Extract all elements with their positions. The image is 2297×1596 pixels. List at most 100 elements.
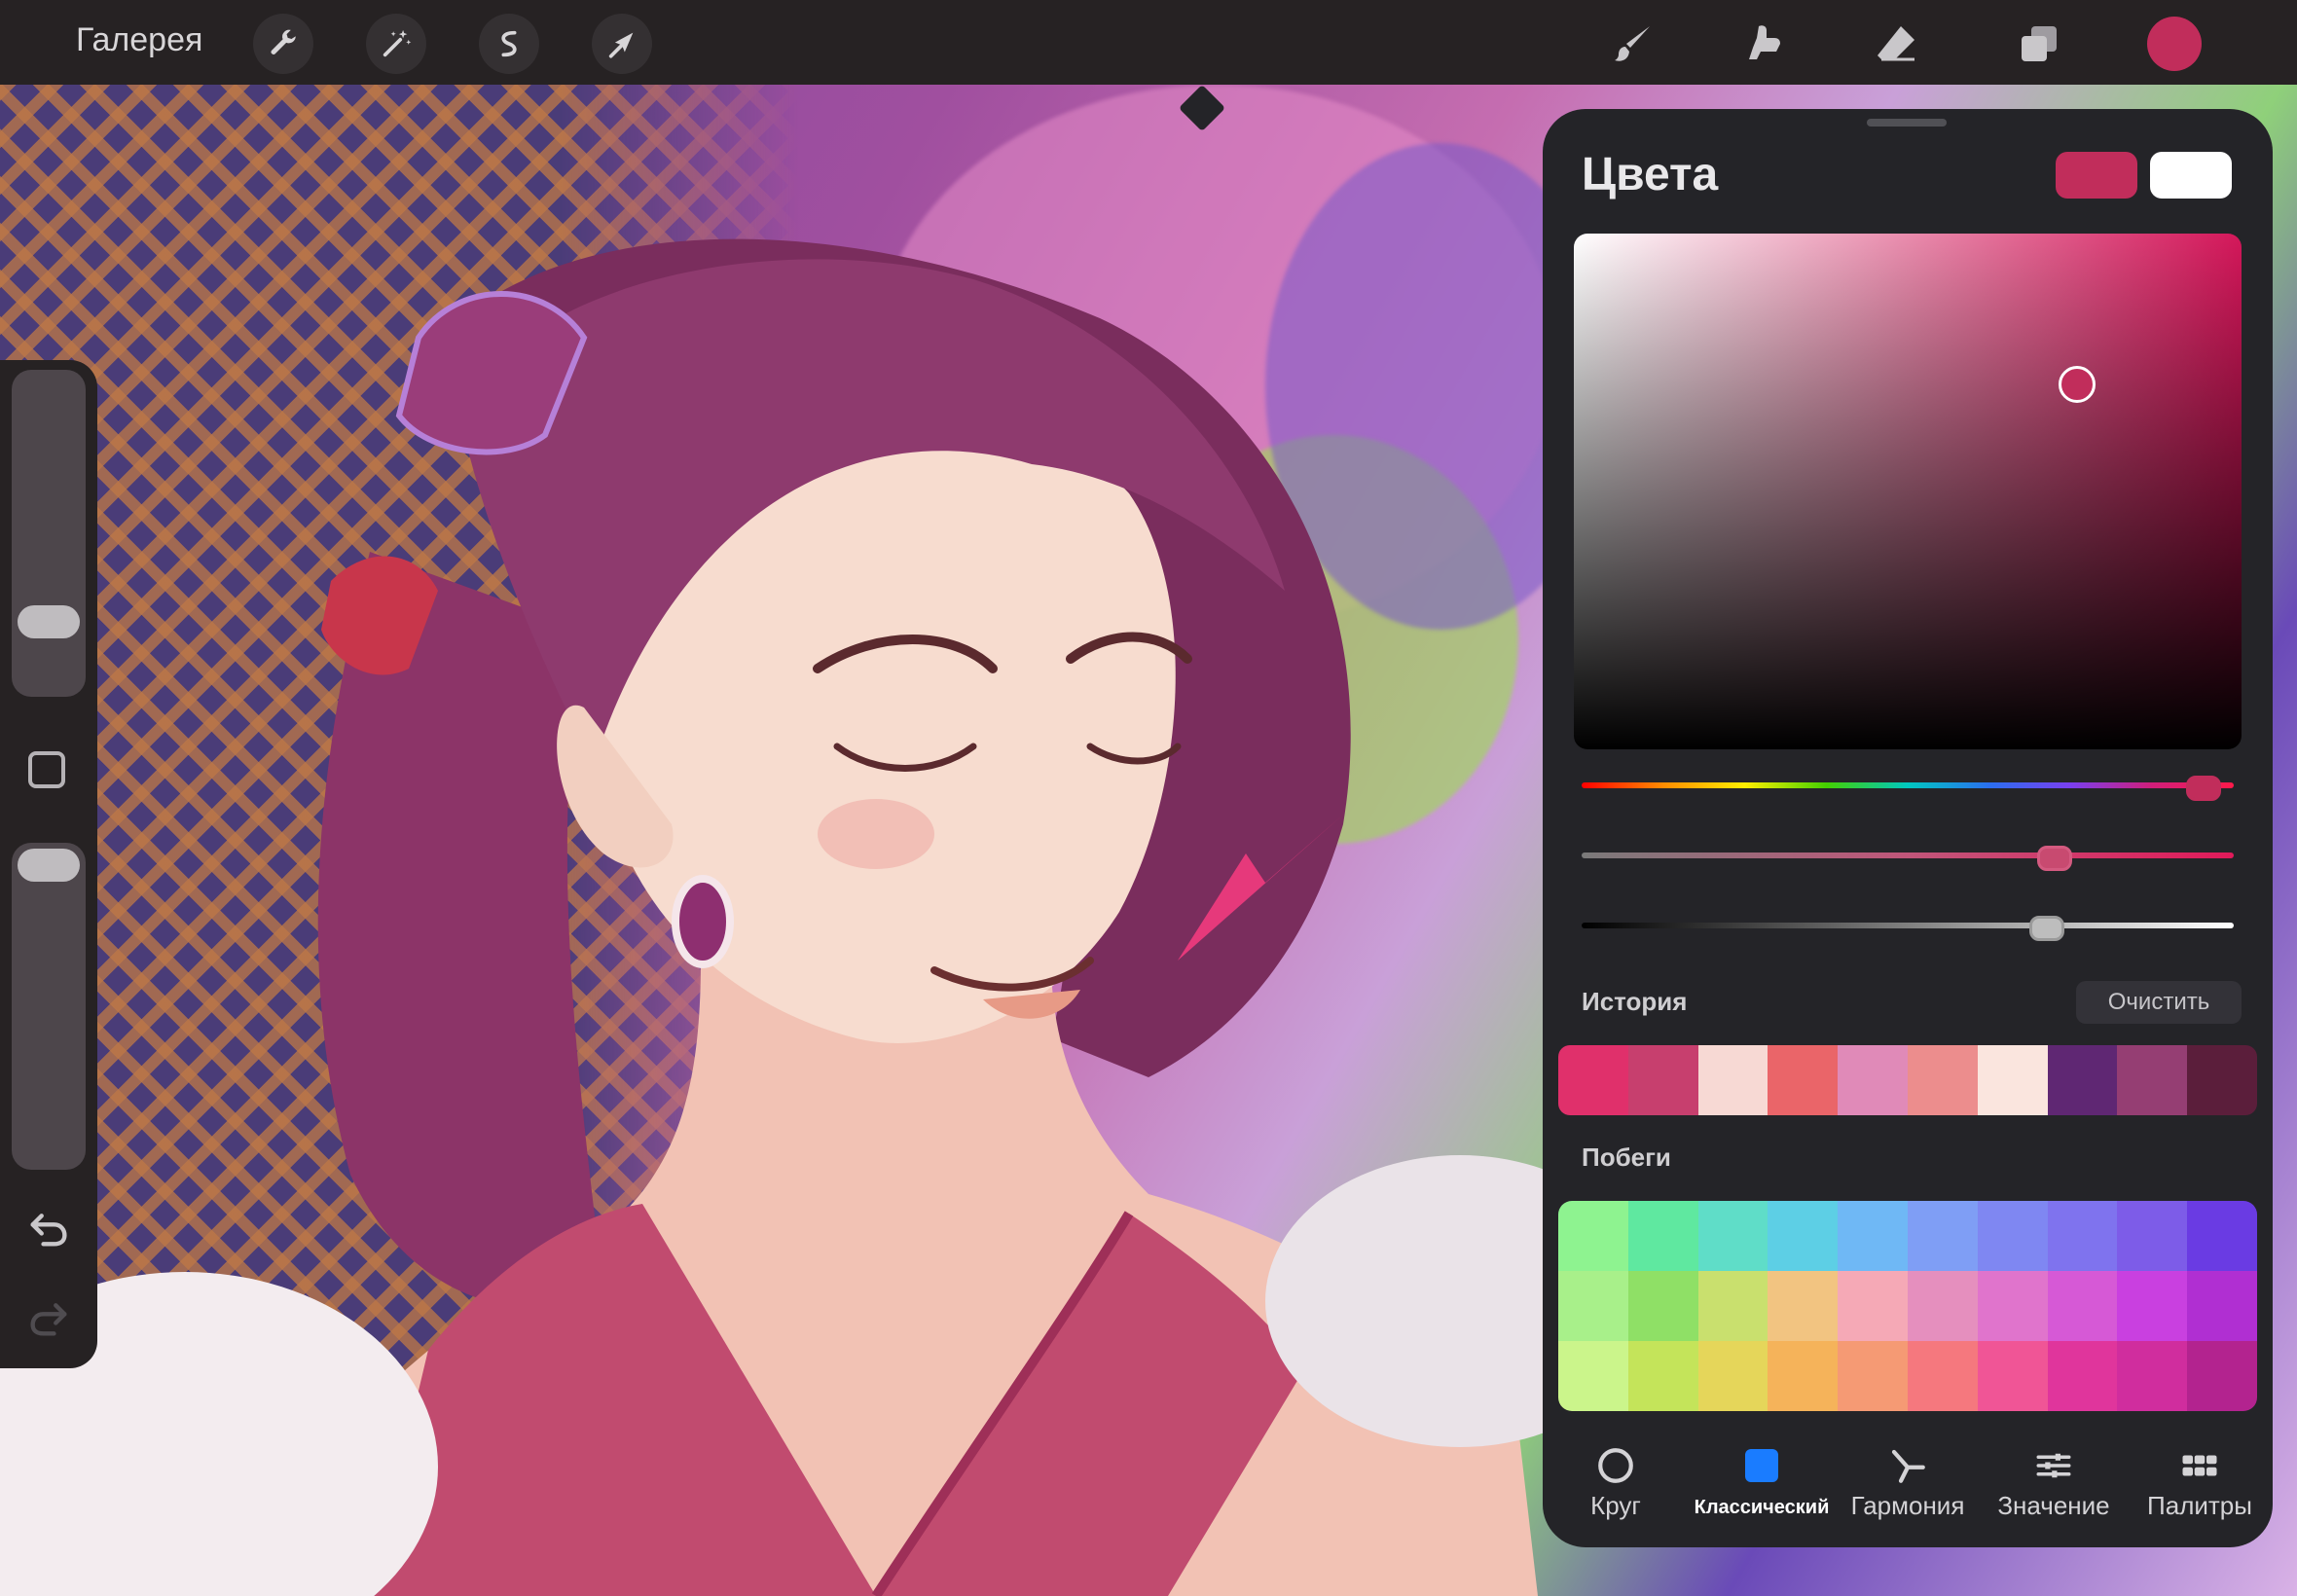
- hue-slider-knob[interactable]: [2186, 776, 2221, 801]
- history-swatch[interactable]: [2047, 1045, 2118, 1115]
- actions-button[interactable]: [253, 14, 313, 74]
- palette-swatch[interactable]: [1908, 1201, 1978, 1271]
- palette-swatch[interactable]: [1558, 1341, 1628, 1411]
- smudge-icon: [1749, 25, 1780, 59]
- tab-label: Классический: [1694, 1497, 1830, 1518]
- palette-swatch[interactable]: [2047, 1341, 2118, 1411]
- gallery-button[interactable]: Галерея: [76, 21, 202, 59]
- palette-swatch[interactable]: [2117, 1201, 2188, 1271]
- history-swatch[interactable]: [1838, 1045, 1908, 1115]
- palette-swatch[interactable]: [2187, 1201, 2257, 1271]
- opacity-slider[interactable]: [12, 843, 86, 1170]
- palette-swatch[interactable]: [1908, 1341, 1978, 1411]
- tab-value[interactable]: Значение: [1981, 1434, 2127, 1532]
- saturation-slider[interactable]: [1582, 846, 2234, 871]
- adjustments-button[interactable]: [366, 14, 426, 74]
- palette-swatch[interactable]: [1838, 1271, 1908, 1341]
- palette-swatch[interactable]: [2047, 1271, 2118, 1341]
- brush-size-knob[interactable]: [18, 605, 80, 638]
- undo-button[interactable]: [27, 1209, 70, 1252]
- panel-title: Цвета: [1582, 149, 1719, 200]
- palette-swatch[interactable]: [1977, 1271, 2048, 1341]
- history-swatch[interactable]: [2117, 1045, 2188, 1115]
- history-swatch[interactable]: [1977, 1045, 2048, 1115]
- palette-swatch[interactable]: [1558, 1201, 1628, 1271]
- tab-label: Гармония: [1850, 1491, 1965, 1520]
- tab-harmony[interactable]: Гармония: [1835, 1434, 1981, 1532]
- palette-swatch[interactable]: [1908, 1271, 1978, 1341]
- tab-disc[interactable]: Круг: [1543, 1434, 1689, 1532]
- selection-button[interactable]: [479, 14, 539, 74]
- tab-label: Палитры: [2147, 1491, 2252, 1520]
- transform-arrow-icon: [608, 32, 634, 58]
- eraser-icon: [1878, 26, 1914, 61]
- panel-grabber[interactable]: [1867, 119, 1947, 127]
- wrench-icon: [271, 29, 296, 54]
- palette-swatch[interactable]: [1627, 1201, 1698, 1271]
- history-swatch[interactable]: [1768, 1045, 1839, 1115]
- color-history-strip: [1558, 1045, 2257, 1115]
- smudge-tool-button[interactable]: [1734, 14, 1795, 74]
- redo-button[interactable]: [27, 1298, 70, 1342]
- top-toolbar: Галерея: [0, 0, 2297, 85]
- history-swatch[interactable]: [1697, 1045, 1768, 1115]
- harmony-icon: [1886, 1444, 1929, 1487]
- current-color-button[interactable]: [2147, 17, 2202, 71]
- palette-swatch[interactable]: [2117, 1341, 2188, 1411]
- palette-swatch[interactable]: [1558, 1271, 1628, 1341]
- saturation-brightness-picker[interactable]: [1574, 234, 2242, 749]
- palette-label: Побеги: [1582, 1143, 1671, 1172]
- sliders-icon: [2032, 1444, 2075, 1487]
- clear-history-button[interactable]: Очистить: [2076, 981, 2242, 1024]
- palette-swatch[interactable]: [2117, 1271, 2188, 1341]
- transform-button[interactable]: [592, 14, 652, 74]
- selection-icon: [501, 30, 517, 57]
- palette-swatch[interactable]: [1977, 1201, 2048, 1271]
- brush-size-slider[interactable]: [12, 370, 86, 697]
- left-sidebar: [0, 360, 97, 1368]
- tab-classic[interactable]: Классический: [1689, 1434, 1835, 1532]
- layers-icon: [2022, 26, 2057, 61]
- palette-swatch[interactable]: [1697, 1201, 1768, 1271]
- color-mode-tabs: Круг Классический Гармония Значение Пали…: [1543, 1434, 2273, 1532]
- tab-label: Круг: [1590, 1491, 1641, 1520]
- palette-swatch[interactable]: [1627, 1341, 1698, 1411]
- tab-palettes[interactable]: Палитры: [2127, 1434, 2273, 1532]
- eyedropper-square-button[interactable]: [28, 751, 65, 788]
- palette-swatch[interactable]: [1697, 1271, 1768, 1341]
- history-swatch[interactable]: [1558, 1045, 1628, 1115]
- palette-swatch[interactable]: [1768, 1271, 1839, 1341]
- secondary-color-swatch[interactable]: [2150, 152, 2232, 199]
- classic-square-icon: [1740, 1444, 1783, 1487]
- hue-slider[interactable]: [1582, 776, 2234, 801]
- palette-swatch[interactable]: [1977, 1341, 2048, 1411]
- brightness-slider-knob[interactable]: [2029, 916, 2064, 941]
- history-swatch[interactable]: [2187, 1045, 2257, 1115]
- palette-swatch[interactable]: [1838, 1341, 1908, 1411]
- undo-arrow-icon: [30, 1214, 67, 1247]
- brightness-slider[interactable]: [1582, 916, 2234, 941]
- layers-button[interactable]: [2009, 14, 2069, 74]
- colors-panel: Цвета История Очистить Побеги Круг Класс…: [1543, 109, 2273, 1547]
- history-swatch[interactable]: [1627, 1045, 1698, 1115]
- brush-icon: [1615, 26, 1650, 61]
- circle-icon: [1594, 1444, 1637, 1487]
- tab-label: Значение: [1997, 1491, 2110, 1520]
- brush-tool-button[interactable]: [1602, 14, 1662, 74]
- palette-swatch[interactable]: [2187, 1341, 2257, 1411]
- palettes-grid-icon: [2178, 1444, 2221, 1487]
- opacity-knob[interactable]: [18, 849, 80, 882]
- palette-swatch[interactable]: [1697, 1341, 1768, 1411]
- palette-swatch[interactable]: [2047, 1201, 2118, 1271]
- saturation-slider-knob[interactable]: [2037, 846, 2072, 871]
- palette-swatch[interactable]: [1838, 1201, 1908, 1271]
- palette-swatch[interactable]: [1768, 1341, 1839, 1411]
- primary-color-swatch[interactable]: [2056, 152, 2137, 199]
- palette-swatch[interactable]: [1627, 1271, 1698, 1341]
- palette-swatch[interactable]: [1768, 1201, 1839, 1271]
- eraser-tool-button[interactable]: [1867, 14, 1927, 74]
- palette-swatch[interactable]: [2187, 1271, 2257, 1341]
- magic-wand-icon: [383, 29, 412, 57]
- history-swatch[interactable]: [1907, 1045, 1978, 1115]
- color-picker-cursor[interactable]: [2059, 366, 2096, 403]
